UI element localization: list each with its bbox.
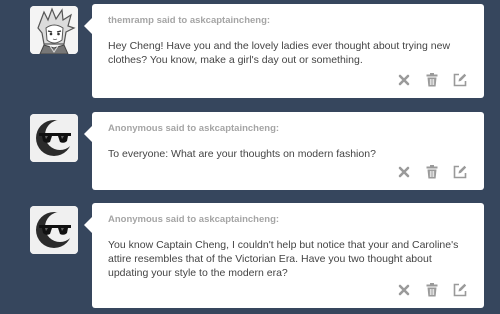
question-text: You know Captain Cheng, I couldn't help … xyxy=(108,239,459,279)
asker-label[interactable]: Anonymous said to askcaptaincheng: xyxy=(108,123,279,134)
delete-x-icon[interactable] xyxy=(396,164,412,180)
avatar[interactable] xyxy=(30,6,78,54)
asker-label[interactable]: Anonymous said to askcaptaincheng: xyxy=(108,214,279,225)
edit-pencil-icon[interactable] xyxy=(452,164,468,180)
avatar[interactable] xyxy=(30,114,78,162)
edit-pencil-icon[interactable] xyxy=(452,282,468,298)
ask-card: Anonymous said to askcaptaincheng: To ev… xyxy=(84,112,484,190)
ask-card: themramp said to askcaptaincheng: Hey Ch… xyxy=(84,4,484,98)
ask-controls xyxy=(384,282,468,298)
ask-controls xyxy=(384,72,468,88)
avatar[interactable] xyxy=(30,206,78,254)
trash-icon[interactable] xyxy=(424,72,440,88)
anonymous-sunglasses-avatar-icon xyxy=(30,206,78,254)
delete-x-icon[interactable] xyxy=(396,72,412,88)
edit-pencil-icon[interactable] xyxy=(452,72,468,88)
ask-controls xyxy=(384,164,468,180)
delete-x-icon[interactable] xyxy=(396,282,412,298)
question-text: Hey Cheng! Have you and the lovely ladie… xyxy=(108,40,451,66)
anonymous-sunglasses-avatar-icon xyxy=(30,114,78,162)
trash-icon[interactable] xyxy=(424,164,440,180)
trash-icon[interactable] xyxy=(424,282,440,298)
asker-label[interactable]: themramp said to askcaptaincheng: xyxy=(108,15,270,26)
anime-boy-avatar-icon xyxy=(30,6,78,54)
ask-card: Anonymous said to askcaptaincheng: You k… xyxy=(84,203,484,308)
question-text: To everyone: What are your thoughts on m… xyxy=(108,148,376,160)
